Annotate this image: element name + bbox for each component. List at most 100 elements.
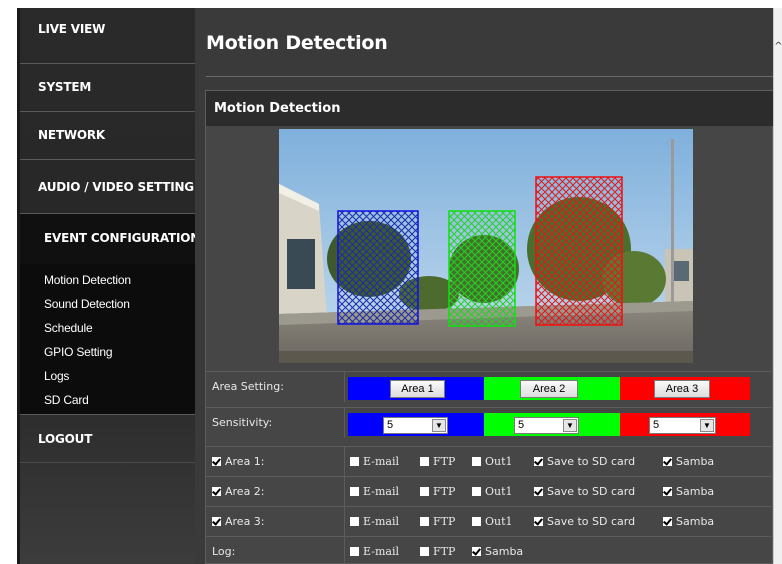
area-3-sd-checkbox[interactable] bbox=[534, 517, 543, 526]
detection-area-3[interactable] bbox=[535, 176, 623, 326]
submenu-sd-card[interactable]: SD Card bbox=[44, 393, 89, 407]
area-1-sd-option[interactable]: Save to SD card bbox=[534, 455, 635, 468]
scroll-up-icon[interactable]: ^ bbox=[774, 41, 782, 52]
nav-system[interactable]: SYSTEM bbox=[20, 64, 198, 112]
nav-system-label: SYSTEM bbox=[38, 80, 92, 94]
area-3-ftp-checkbox[interactable] bbox=[420, 517, 429, 526]
log-ftp-checkbox[interactable] bbox=[420, 547, 429, 556]
area-2-out1-checkbox[interactable] bbox=[472, 487, 481, 496]
area-1-samba-checkbox[interactable] bbox=[663, 457, 672, 466]
area-1-sd-checkbox[interactable] bbox=[534, 457, 543, 466]
area-2-ftp-checkbox[interactable] bbox=[420, 487, 429, 496]
nav-event-configuration[interactable]: EVENT CONFIGURATION bbox=[20, 214, 214, 264]
area-1-out1-option[interactable]: Out1 bbox=[472, 455, 513, 468]
sensitivity-3-select[interactable]: 5 ▼ bbox=[649, 417, 716, 434]
column-divider bbox=[344, 447, 345, 477]
area-3-email-label: E-mail bbox=[363, 515, 399, 528]
area-2-email-checkbox[interactable] bbox=[350, 487, 359, 496]
area-3-email-checkbox[interactable] bbox=[350, 517, 359, 526]
sidebar: LIVE VIEW SYSTEM NETWORK AUDIO / VIDEO S… bbox=[17, 8, 214, 564]
area-2-email-label: E-mail bbox=[363, 485, 399, 498]
area-3-ftp-option[interactable]: FTP bbox=[420, 515, 455, 528]
area-3-samba-label: Samba bbox=[676, 515, 715, 528]
log-samba-checkbox[interactable] bbox=[472, 547, 481, 556]
chevron-down-icon[interactable]: ▼ bbox=[700, 419, 714, 432]
area-setting-label: Area Setting: bbox=[212, 380, 284, 393]
area-1-label: Area 1: bbox=[225, 455, 265, 468]
area-3-samba-checkbox[interactable] bbox=[663, 517, 672, 526]
area-1-ftp-label: FTP bbox=[433, 455, 456, 468]
area-2-checkbox[interactable] bbox=[212, 487, 221, 496]
sensitivity-3-cell: 5 ▼ bbox=[620, 413, 750, 436]
area-1-email-option[interactable]: E-mail bbox=[350, 455, 399, 468]
area-3-sd-label: Save to SD card bbox=[547, 515, 636, 528]
sensitivity-1-select[interactable]: 5 ▼ bbox=[383, 417, 448, 434]
area-3-out1-checkbox[interactable] bbox=[472, 517, 481, 526]
area-3-row-label[interactable]: Area 3: bbox=[212, 515, 265, 528]
area-1-samba-label: Samba bbox=[676, 455, 715, 468]
log-samba-option[interactable]: Samba bbox=[472, 545, 523, 558]
chevron-down-icon[interactable]: ▼ bbox=[563, 419, 577, 432]
area-2-samba-checkbox[interactable] bbox=[663, 487, 672, 496]
area-1-samba-option[interactable]: Samba bbox=[663, 455, 714, 468]
camera-preview[interactable] bbox=[279, 129, 693, 363]
area-1-sd-label: Save to SD card bbox=[547, 455, 636, 468]
vertical-scrollbar[interactable]: ^ bbox=[773, 8, 782, 564]
chevron-down-icon[interactable]: ▼ bbox=[432, 419, 446, 432]
area-2-sd-label: Save to SD card bbox=[547, 485, 636, 498]
nav-audio-video-label: AUDIO / VIDEO SETTING bbox=[38, 180, 194, 194]
nav-network-label: NETWORK bbox=[38, 128, 106, 142]
area-1-ftp-option[interactable]: FTP bbox=[420, 455, 455, 468]
area-2-sd-option[interactable]: Save to SD card bbox=[534, 485, 635, 498]
area-2-samba-option[interactable]: Samba bbox=[663, 485, 714, 498]
area-3-sd-option[interactable]: Save to SD card bbox=[534, 515, 635, 528]
main-content: Motion Detection Motion Detection Area S… bbox=[195, 8, 774, 564]
area-2-row-label[interactable]: Area 2: bbox=[212, 485, 265, 498]
motion-detection-panel: Motion Detection Area Setting: Area 1 Ar… bbox=[205, 90, 774, 564]
log-email-checkbox[interactable] bbox=[350, 547, 359, 556]
detection-area-1[interactable] bbox=[337, 210, 419, 325]
column-divider bbox=[344, 372, 345, 402]
nav-audio-video-setting[interactable]: AUDIO / VIDEO SETTING bbox=[20, 160, 198, 214]
area-1-row-label[interactable]: Area 1: bbox=[212, 455, 265, 468]
area-1-email-checkbox[interactable] bbox=[350, 457, 359, 466]
log-email-option[interactable]: E-mail bbox=[350, 545, 399, 558]
area-2-button[interactable]: Area 2 bbox=[520, 380, 578, 398]
log-ftp-option[interactable]: FTP bbox=[420, 545, 455, 558]
area-3-samba-option[interactable]: Samba bbox=[663, 515, 714, 528]
nav-logout[interactable]: LOGOUT bbox=[20, 415, 198, 463]
area-1-out1-checkbox[interactable] bbox=[472, 457, 481, 466]
area-1-actions-row: Area 1: E-mail FTP Out1 Save to SD card … bbox=[206, 446, 774, 477]
log-label: Log: bbox=[212, 545, 236, 558]
event-submenu: Motion Detection Sound Detection Schedul… bbox=[20, 264, 198, 415]
detection-area-2[interactable] bbox=[448, 210, 516, 327]
area-1-ftp-checkbox[interactable] bbox=[420, 457, 429, 466]
nav-network[interactable]: NETWORK bbox=[20, 112, 198, 160]
area-2-sd-checkbox[interactable] bbox=[534, 487, 543, 496]
sensitivity-3-value: 5 bbox=[653, 419, 660, 431]
nav-logout-label: LOGOUT bbox=[38, 432, 93, 446]
nav-live-view[interactable]: LIVE VIEW bbox=[20, 8, 198, 64]
area-3-checkbox[interactable] bbox=[212, 517, 221, 526]
area-3-label: Area 3: bbox=[225, 515, 265, 528]
area-3-button[interactable]: Area 3 bbox=[654, 380, 710, 398]
submenu-motion-detection[interactable]: Motion Detection bbox=[44, 273, 131, 287]
area-2-actions-row: Area 2: E-mail FTP Out1 Save to SD card … bbox=[206, 476, 774, 507]
area-3-email-option[interactable]: E-mail bbox=[350, 515, 399, 528]
area-setting-row: Area Setting: Area 1 Area 2 Area 3 bbox=[206, 371, 774, 402]
area-3-out1-option[interactable]: Out1 bbox=[472, 515, 513, 528]
submenu-schedule[interactable]: Schedule bbox=[44, 321, 93, 335]
panel-title: Motion Detection bbox=[214, 101, 341, 116]
sensitivity-1-value: 5 bbox=[387, 419, 394, 431]
submenu-gpio-setting[interactable]: GPIO Setting bbox=[44, 345, 113, 359]
area-1-button[interactable]: Area 1 bbox=[390, 380, 445, 398]
area-2-color-cell: Area 2 bbox=[484, 377, 620, 400]
area-2-out1-option[interactable]: Out1 bbox=[472, 485, 513, 498]
area-2-ftp-option[interactable]: FTP bbox=[420, 485, 455, 498]
area-2-email-option[interactable]: E-mail bbox=[350, 485, 399, 498]
submenu-sound-detection[interactable]: Sound Detection bbox=[44, 297, 130, 311]
submenu-logs[interactable]: Logs bbox=[44, 369, 69, 383]
area-1-checkbox[interactable] bbox=[212, 457, 221, 466]
sensitivity-2-select[interactable]: 5 ▼ bbox=[514, 417, 579, 434]
area-1-out1-label: Out1 bbox=[485, 455, 513, 468]
